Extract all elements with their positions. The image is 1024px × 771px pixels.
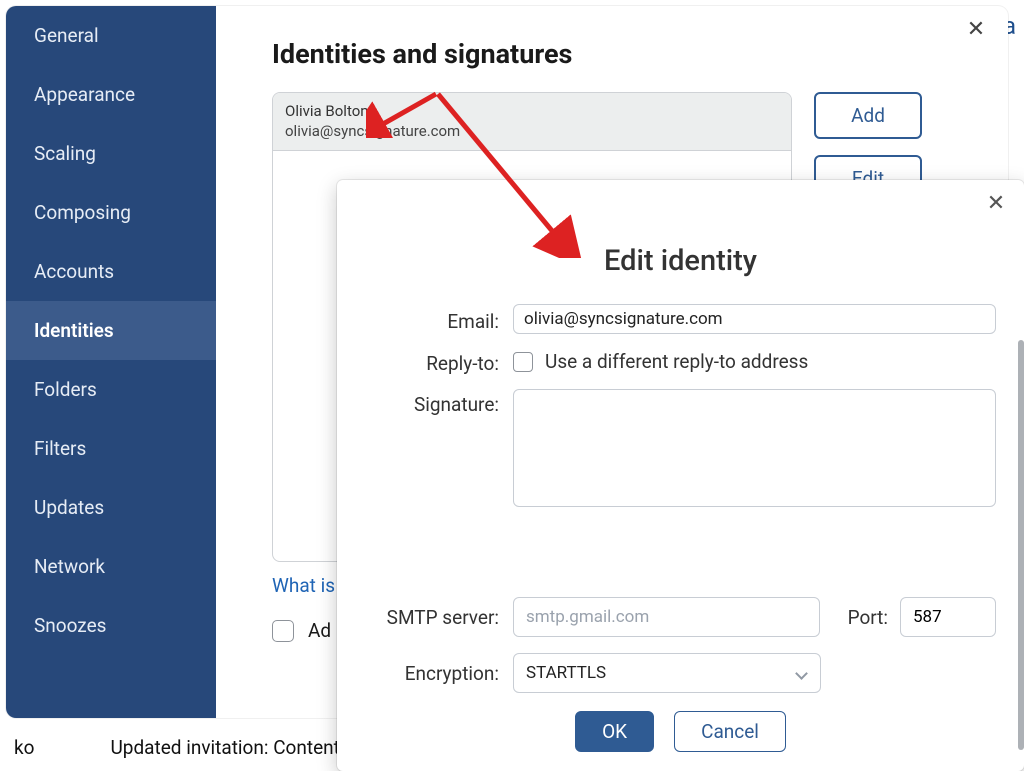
page-title: Identities and signatures [272, 38, 972, 70]
smtp-server-input[interactable] [513, 597, 820, 637]
edit-identity-dialog: ✕ Edit identity Email: Reply-to: Use a d… [337, 180, 1024, 771]
label-encryption: Encryption: [365, 662, 513, 685]
port-input[interactable] [900, 597, 996, 637]
label-signature: Signature: [365, 389, 513, 416]
ok-button[interactable]: OK [575, 711, 654, 752]
dialog-scrollbar[interactable] [1018, 340, 1024, 750]
encryption-select[interactable]: STARTTLS [513, 653, 821, 693]
footer-ko: ko [14, 736, 34, 759]
sidebar-item-composing[interactable]: Composing [6, 183, 216, 242]
sidebar-item-filters[interactable]: Filters [6, 419, 216, 478]
sidebar-item-scaling[interactable]: Scaling [6, 124, 216, 183]
encryption-value: STARTTLS [526, 663, 606, 683]
sidebar-item-general[interactable]: General [6, 6, 216, 65]
settings-sidebar: General Appearance Scaling Composing Acc… [6, 6, 216, 718]
sidebar-item-snoozes[interactable]: Snoozes [6, 596, 216, 655]
reply-to-text: Use a different reply-to address [545, 350, 808, 373]
sidebar-item-folders[interactable]: Folders [6, 360, 216, 419]
sidebar-item-identities[interactable]: Identities [6, 301, 216, 360]
edit-identity-close-icon[interactable]: ✕ [986, 194, 1006, 214]
sidebar-item-network[interactable]: Network [6, 537, 216, 596]
identity-row[interactable]: Olivia Bolton olivia@syncsignature.com [273, 93, 791, 151]
sidebar-item-updates[interactable]: Updates [6, 478, 216, 537]
reply-to-checkbox[interactable] [513, 352, 533, 372]
footer-invite: Updated invitation: Content S [110, 736, 355, 759]
chevron-down-icon [795, 667, 808, 680]
identity-row-email: olivia@syncsignature.com [285, 121, 779, 141]
edit-identity-title: Edit identity [365, 244, 996, 278]
additional-checkbox[interactable] [272, 620, 294, 642]
sidebar-item-appearance[interactable]: Appearance [6, 65, 216, 124]
label-smtp: SMTP server: [365, 606, 513, 629]
label-port: Port: [820, 606, 900, 629]
additional-label: Ad [308, 619, 331, 642]
identity-row-name: Olivia Bolton [285, 101, 779, 121]
label-reply-to: Reply-to: [365, 348, 513, 375]
add-identity-button[interactable]: Add [814, 92, 922, 139]
label-email: Email: [365, 306, 513, 333]
what-is-link[interactable]: What is [272, 574, 335, 597]
sidebar-item-accounts[interactable]: Accounts [6, 242, 216, 301]
cancel-button[interactable]: Cancel [674, 711, 786, 752]
email-input[interactable] [513, 304, 996, 334]
signature-textarea[interactable] [513, 389, 996, 507]
